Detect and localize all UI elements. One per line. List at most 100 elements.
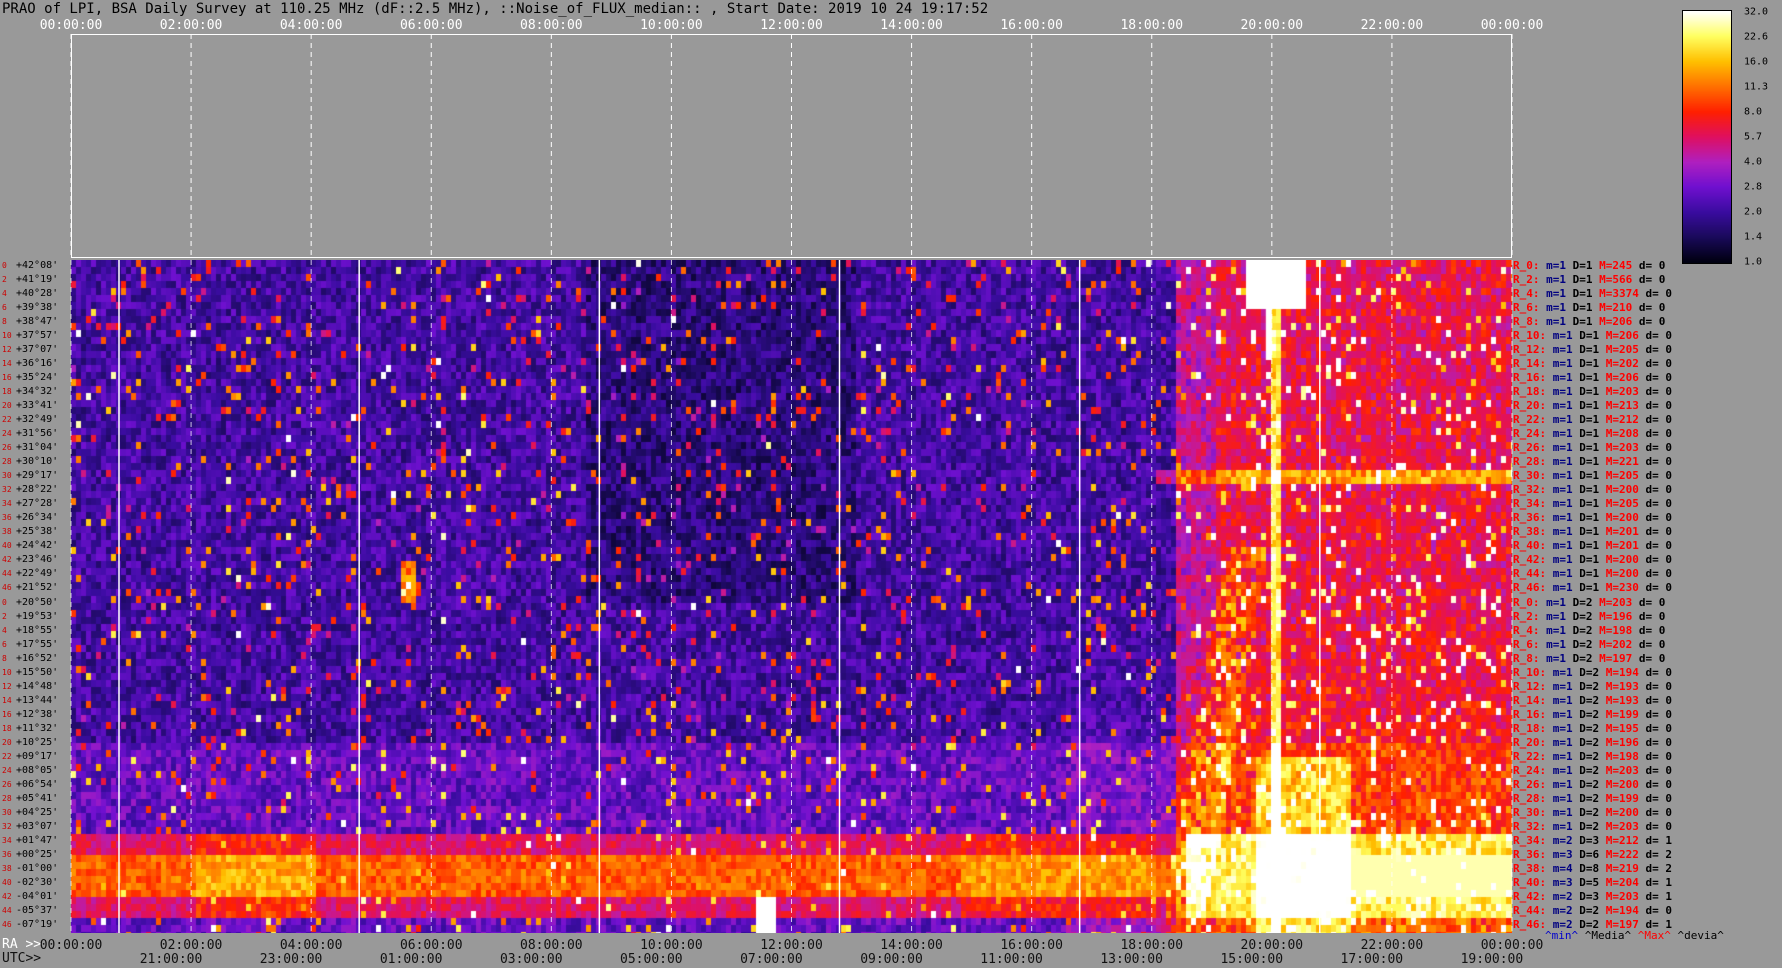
beam-min: m=1 bbox=[1552, 763, 1573, 777]
beam-max: M=202 bbox=[1605, 357, 1639, 371]
beam-max: M=195 bbox=[1605, 721, 1639, 735]
declination-label: +41°19' bbox=[16, 274, 59, 286]
beam-stats-row: R_18: m=1 D=2 M=195 d= 0 bbox=[1513, 723, 1672, 734]
bottom-ra-tick: 22:00:00 bbox=[1360, 938, 1424, 953]
declination-label: -05°37' bbox=[16, 904, 59, 916]
beam-deviation: d= 0 bbox=[1638, 651, 1666, 665]
beam-id: R_38: bbox=[1513, 525, 1547, 539]
beam-median: D=2 bbox=[1579, 805, 1600, 819]
beam-deviation: d= 0 bbox=[1645, 735, 1673, 749]
beam-deviation: d= 0 bbox=[1645, 413, 1673, 427]
row-index-label: 16 bbox=[2, 709, 12, 719]
beam-stats-row: R_10: m=1 D=1 M=206 d= 0 bbox=[1513, 330, 1672, 341]
declination-label: +13°44' bbox=[16, 694, 59, 706]
beam-stats-row: R_0: m=1 D=2 M=203 d= 0 bbox=[1513, 597, 1665, 608]
declination-label: +42°08' bbox=[16, 260, 59, 271]
beam-min: m=1 bbox=[1552, 805, 1573, 819]
beam-max: M=201 bbox=[1605, 525, 1639, 539]
beam-min: m=1 bbox=[1552, 329, 1573, 343]
beam-stats-row: R_22: m=1 D=1 M=212 d= 0 bbox=[1513, 414, 1672, 425]
top-axis-tick: 14:00:00 bbox=[880, 18, 943, 33]
beam-median: D=1 bbox=[1572, 315, 1593, 329]
beam-deviation: d= 0 bbox=[1645, 329, 1673, 343]
row-index-label: 32 bbox=[2, 821, 12, 831]
bottom-utc-tick: 21:00:00 bbox=[139, 952, 203, 967]
bottom-ra-tick: 12:00:00 bbox=[760, 938, 823, 953]
row-index-label: 20 bbox=[2, 737, 12, 747]
beam-median: D=2 bbox=[1579, 693, 1600, 707]
beam-stats-row: R_38: m=1 D=1 M=201 d= 0 bbox=[1513, 526, 1672, 537]
colorbar-tick: 8.0 bbox=[1744, 106, 1763, 118]
beam-stats-row: R_26: m=1 D=1 M=203 d= 0 bbox=[1513, 442, 1672, 453]
row-index-label: 12 bbox=[2, 345, 12, 355]
row-index-label: 26 bbox=[2, 443, 12, 453]
beam-max: M=213 bbox=[1605, 399, 1639, 413]
beam-max: M=200 bbox=[1605, 567, 1639, 581]
beam-id: R_28: bbox=[1513, 791, 1547, 805]
bottom-ra-tick: 06:00:00 bbox=[399, 938, 463, 953]
beam-min: m=1 bbox=[1552, 721, 1573, 735]
beam-median: D=2 bbox=[1579, 763, 1600, 777]
beam-stats-row: R_26: m=1 D=2 M=200 d= 0 bbox=[1513, 779, 1672, 790]
top-axis-tick: 08:00:00 bbox=[520, 18, 583, 33]
beam-id: R_44: bbox=[1513, 903, 1547, 917]
beam-median: D=1 bbox=[1572, 301, 1593, 315]
beam-id: R_26: bbox=[1513, 441, 1547, 455]
beam-id: R_40: bbox=[1513, 875, 1547, 889]
beam-median: D=2 bbox=[1572, 637, 1593, 651]
beam-max: M=221 bbox=[1605, 455, 1639, 469]
beam-stats-row: R_20: m=1 D=2 M=196 d= 0 bbox=[1513, 737, 1672, 748]
declination-label: +08°05' bbox=[16, 764, 59, 776]
row-index-label: 4 bbox=[2, 289, 7, 299]
beam-median: D=2 bbox=[1579, 749, 1600, 763]
beam-max: M=198 bbox=[1605, 749, 1639, 763]
beam-stats-row: R_32: m=1 D=2 M=203 d= 0 bbox=[1513, 821, 1672, 832]
beam-id: R_20: bbox=[1513, 399, 1547, 413]
bottom-utc-tick: 03:00:00 bbox=[499, 952, 563, 967]
beam-stats-row: R_16: m=1 D=2 M=199 d= 0 bbox=[1513, 709, 1672, 720]
beam-min: m=1 bbox=[1552, 469, 1573, 483]
beam-min: m=1 bbox=[1552, 371, 1573, 385]
colorbar-tick: 5.7 bbox=[1744, 131, 1763, 143]
top-axis-tick: 04:00:00 bbox=[279, 18, 343, 33]
beam-deviation: d= 0 bbox=[1645, 679, 1673, 693]
beam-id: R_22: bbox=[1513, 413, 1547, 427]
beam-max: M=212 bbox=[1605, 413, 1639, 427]
beam-deviation: d= 2 bbox=[1645, 847, 1673, 861]
beam-min: m=1 bbox=[1546, 595, 1566, 609]
row-index-label: 22 bbox=[2, 415, 12, 425]
row-index-label: 6 bbox=[2, 639, 7, 649]
declination-label: +15°50' bbox=[16, 666, 59, 678]
declination-label: +00°25' bbox=[16, 848, 59, 860]
beam-min: m=1 bbox=[1552, 497, 1573, 511]
beam-stats-row: R_30: m=1 D=2 M=200 d= 0 bbox=[1513, 807, 1672, 818]
beam-min: m=1 bbox=[1552, 693, 1573, 707]
beam-stats-row: R_4: m=1 D=2 M=198 d= 0 bbox=[1513, 625, 1665, 636]
beam-min: m=1 bbox=[1546, 609, 1566, 623]
beam-min: m=4 bbox=[1552, 861, 1573, 875]
beam-median: D=2 bbox=[1572, 651, 1593, 665]
row-index-label: 42 bbox=[2, 891, 12, 901]
declination-label: +37°07' bbox=[16, 344, 59, 356]
row-index-label: 8 bbox=[2, 653, 7, 663]
colorbar-tick: 2.8 bbox=[1744, 181, 1763, 193]
beam-max: M=205 bbox=[1605, 497, 1639, 511]
beam-deviation: d= 0 bbox=[1645, 665, 1673, 679]
beam-id: R_4: bbox=[1513, 623, 1540, 637]
beam-max: M=212 bbox=[1605, 833, 1639, 847]
beam-id: R_4: bbox=[1513, 287, 1540, 301]
beam-deviation: d= 1 bbox=[1645, 833, 1673, 847]
beam-id: R_32: bbox=[1513, 819, 1547, 833]
declination-label: +11°32' bbox=[16, 722, 59, 734]
row-index-label: 0 bbox=[2, 261, 7, 270]
row-index-label: 4 bbox=[2, 625, 7, 635]
beam-stats-row: R_42: m=2 D=3 M=203 d= 1 bbox=[1513, 891, 1672, 902]
beam-deviation: d= 0 bbox=[1645, 777, 1673, 791]
beam-deviation: d= 0 bbox=[1645, 497, 1673, 511]
beam-id: R_34: bbox=[1513, 497, 1547, 511]
row-index-label: 28 bbox=[2, 457, 12, 467]
beam-deviation: d= 0 bbox=[1645, 357, 1673, 371]
row-index-label: 18 bbox=[2, 387, 12, 397]
declination-label: +40°28' bbox=[16, 288, 59, 300]
beam-min: m=1 bbox=[1546, 637, 1566, 651]
